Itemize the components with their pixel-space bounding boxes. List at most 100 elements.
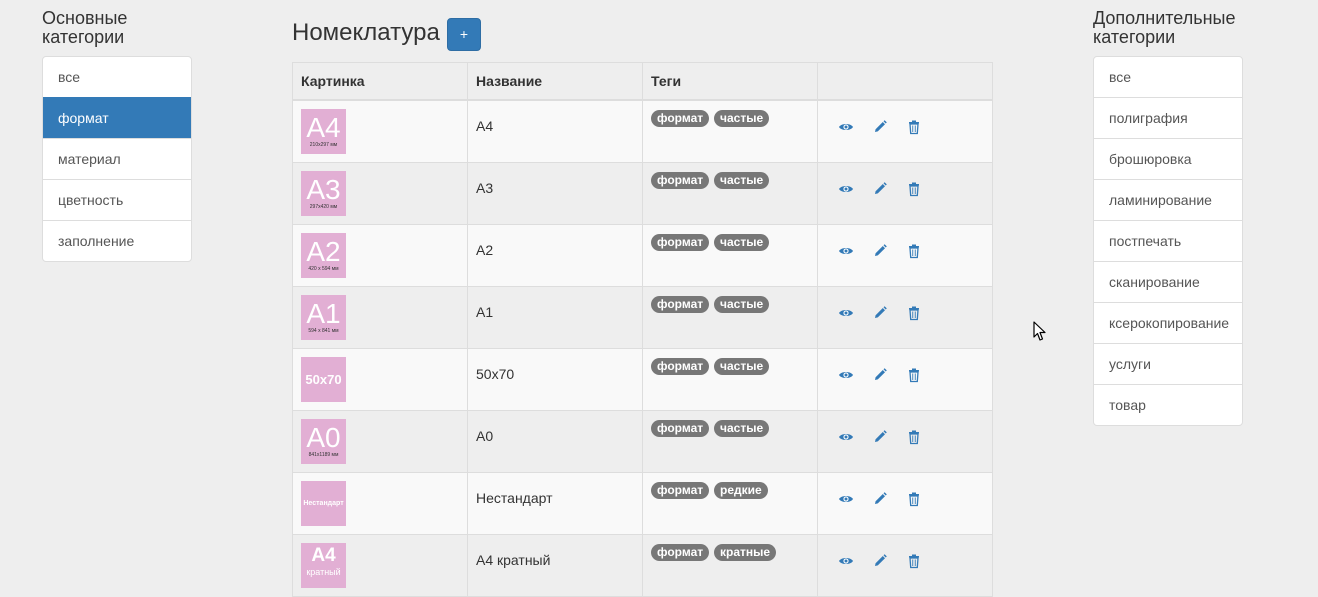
eye-icon[interactable] xyxy=(838,305,854,321)
tag-badge[interactable]: частые xyxy=(714,419,770,437)
eye-icon[interactable] xyxy=(838,181,854,197)
thumb-sublabel: 297x420 мм xyxy=(309,203,338,210)
eye-icon[interactable] xyxy=(838,243,854,259)
column-header-tags: Теги xyxy=(642,62,818,101)
tag-badge[interactable]: частые xyxy=(714,171,770,189)
trash-icon[interactable] xyxy=(906,553,922,569)
thumb-sublabel: 594 x 841 мм xyxy=(308,327,339,334)
item-thumbnail: Нестандарт xyxy=(301,480,346,526)
picture-cell: Нестандарт xyxy=(292,471,468,535)
trash-icon[interactable] xyxy=(906,491,922,507)
tag-badge[interactable]: кратные xyxy=(714,543,777,561)
actions-cell xyxy=(817,161,993,225)
extra-category-item-all[interactable]: все xyxy=(1094,57,1242,97)
item-thumbnail: A0 841x1189 мм xyxy=(301,418,346,464)
pencil-icon[interactable] xyxy=(872,429,888,445)
extra-categories-title: Дополнительные категории xyxy=(1093,8,1236,47)
page-title: Номеклатура xyxy=(292,19,440,46)
extra-category-item-postprint[interactable]: постпечать xyxy=(1094,220,1242,261)
column-header-actions xyxy=(817,62,993,101)
item-name: 50x70 xyxy=(467,347,643,411)
extra-category-item-scanning[interactable]: сканирование xyxy=(1094,261,1242,302)
trash-icon[interactable] xyxy=(906,305,922,321)
thumb-sublabel: кратный xyxy=(306,566,341,577)
thumb-sublabel: 420 x 594 мм xyxy=(308,265,339,272)
tags-cell: формат редкие xyxy=(642,471,818,535)
eye-icon[interactable] xyxy=(838,367,854,383)
tag-badge[interactable]: формат xyxy=(651,233,710,251)
pencil-icon[interactable] xyxy=(872,367,888,383)
item-name: A0 xyxy=(467,409,643,473)
pencil-icon[interactable] xyxy=(872,181,888,197)
extra-category-item-binding[interactable]: брошюровка xyxy=(1094,138,1242,179)
tag-badge[interactable]: формат xyxy=(651,419,710,437)
pencil-icon[interactable] xyxy=(872,305,888,321)
tag-badge[interactable]: формат xyxy=(651,481,710,499)
table-row: A4 210x297 мм A4 формат частые xyxy=(292,99,993,163)
main-category-item-color[interactable]: цветность xyxy=(43,179,191,220)
item-name: A2 xyxy=(467,223,643,287)
actions-cell xyxy=(817,223,993,287)
pencil-icon[interactable] xyxy=(872,119,888,135)
extra-category-item-lamination[interactable]: ламинирование xyxy=(1094,179,1242,220)
extra-category-item-goods[interactable]: товар xyxy=(1094,384,1242,425)
picture-cell: A0 841x1189 мм xyxy=(292,409,468,473)
table-row: 50x70 50x70 формат частые xyxy=(292,347,993,411)
eye-icon[interactable] xyxy=(838,491,854,507)
tag-badge[interactable]: редкие xyxy=(714,481,768,499)
table-row: Нестандарт Нестандарт формат редкие xyxy=(292,471,993,535)
main-categories-title: Основные категории xyxy=(42,8,128,47)
thumb-label: A1 xyxy=(306,297,341,329)
tag-badge[interactable]: формат xyxy=(651,357,710,375)
table-row: A1 594 x 841 мм A1 формат частые xyxy=(292,285,993,349)
tag-badge[interactable]: формат xyxy=(651,543,710,561)
table-header-row: Картинка Название Теги xyxy=(292,62,993,101)
pencil-icon[interactable] xyxy=(872,491,888,507)
main-category-item-format[interactable]: формат xyxy=(43,97,191,138)
actions-cell xyxy=(817,347,993,411)
picture-cell: A3 297x420 мм xyxy=(292,161,468,225)
thumb-label: 50x70 xyxy=(305,371,342,387)
eye-icon[interactable] xyxy=(838,119,854,135)
pencil-icon[interactable] xyxy=(872,243,888,259)
tag-badge[interactable]: формат xyxy=(651,109,710,127)
extra-category-item-services[interactable]: услуги xyxy=(1094,343,1242,384)
table-row: A4 кратный A4 кратный формат кратные xyxy=(292,533,993,597)
actions-cell xyxy=(817,409,993,473)
tag-badge[interactable]: частые xyxy=(714,233,770,251)
thumb-label: Нестандарт xyxy=(303,499,344,507)
main-category-item-material[interactable]: материал xyxy=(43,138,191,179)
item-name: A3 xyxy=(467,161,643,225)
picture-cell: 50x70 xyxy=(292,347,468,411)
add-item-button[interactable]: + xyxy=(447,18,481,51)
trash-icon[interactable] xyxy=(906,181,922,197)
item-name: Нестандарт xyxy=(467,471,643,535)
thumb-sublabel: 841x1189 мм xyxy=(308,451,339,458)
tag-badge[interactable]: частые xyxy=(714,357,770,375)
item-thumbnail: A4 кратный xyxy=(301,542,346,588)
extra-category-item-copying[interactable]: ксерокопирование xyxy=(1094,302,1242,343)
mouse-cursor-icon xyxy=(1033,321,1046,341)
tag-badge[interactable]: формат xyxy=(651,171,710,189)
table-row: A2 420 x 594 мм A2 формат частые xyxy=(292,223,993,287)
trash-icon[interactable] xyxy=(906,119,922,135)
eye-icon[interactable] xyxy=(838,429,854,445)
trash-icon[interactable] xyxy=(906,243,922,259)
eye-icon[interactable] xyxy=(838,553,854,569)
actions-cell xyxy=(817,533,993,597)
main-category-item-fill[interactable]: заполнение xyxy=(43,220,191,261)
column-header-picture: Картинка xyxy=(292,62,468,101)
trash-icon[interactable] xyxy=(906,429,922,445)
main-category-item-all[interactable]: все xyxy=(43,57,191,97)
tag-badge[interactable]: частые xyxy=(714,295,770,313)
extra-category-item-printing[interactable]: полиграфия xyxy=(1094,97,1242,138)
trash-icon[interactable] xyxy=(906,367,922,383)
item-thumbnail: A1 594 x 841 мм xyxy=(301,294,346,340)
actions-cell xyxy=(817,99,993,163)
tag-badge[interactable]: формат xyxy=(651,295,710,313)
tag-badge[interactable]: частые xyxy=(714,109,770,127)
picture-cell: A4 кратный xyxy=(292,533,468,597)
column-header-name: Название xyxy=(467,62,643,101)
pencil-icon[interactable] xyxy=(872,553,888,569)
extra-categories-list: все полиграфия брошюровка ламинирование … xyxy=(1093,56,1243,426)
